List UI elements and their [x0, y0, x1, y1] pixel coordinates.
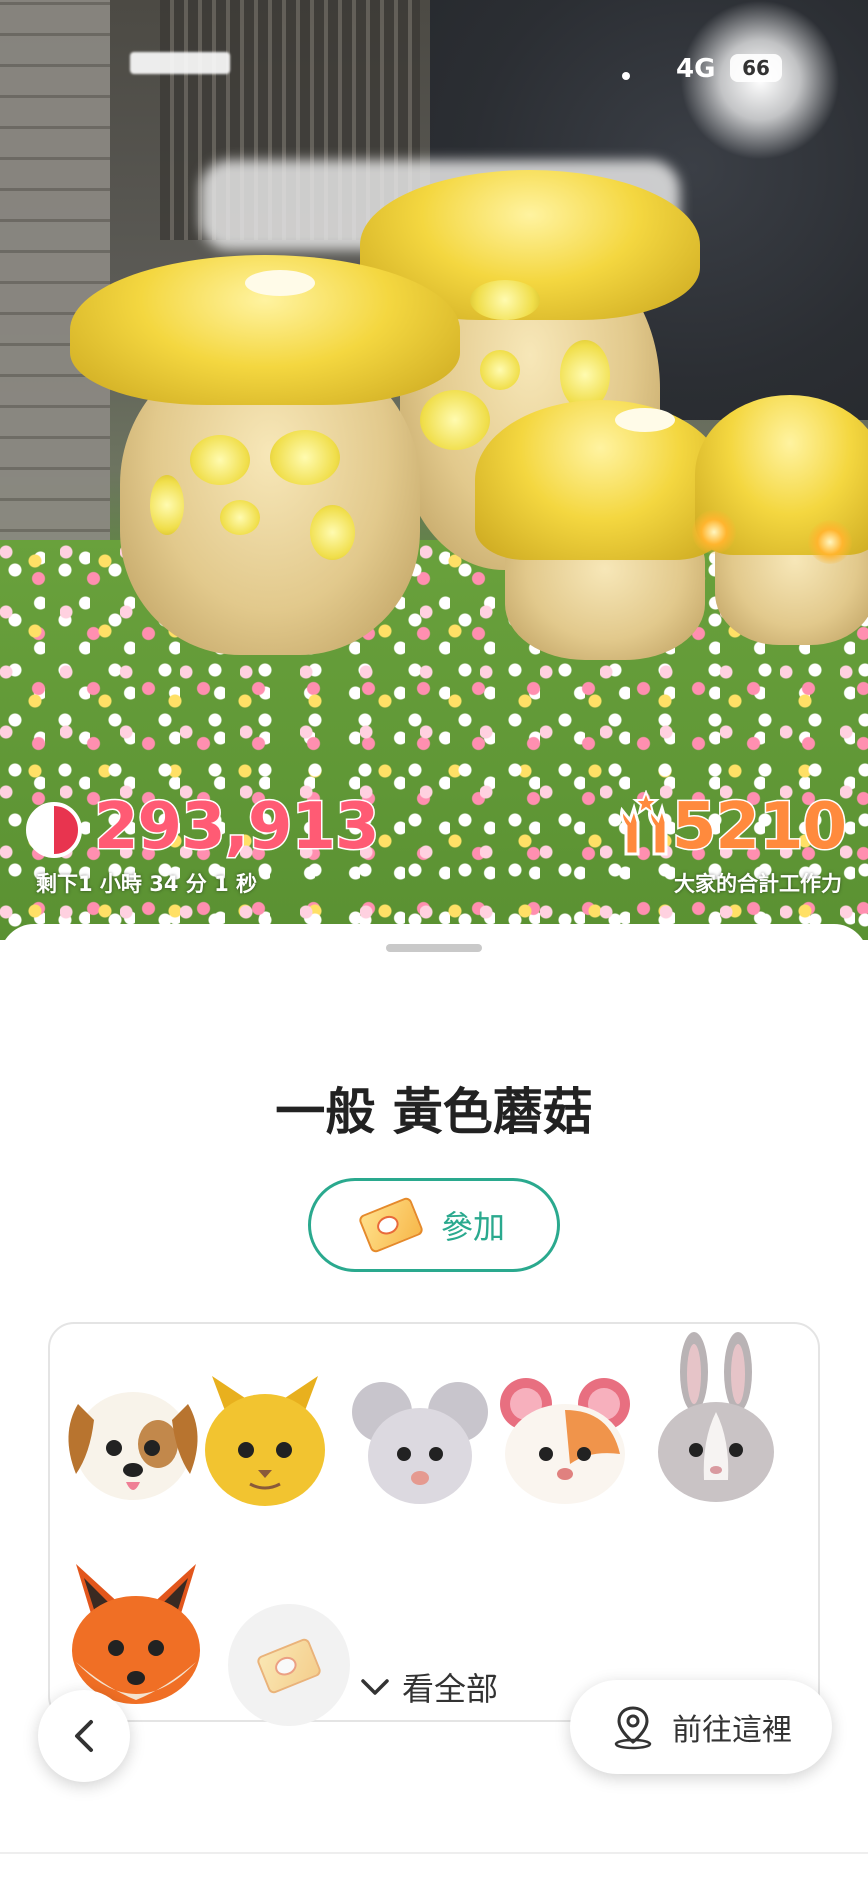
ticket-icon-faded [255, 1636, 323, 1696]
mouse-avatar-icon [352, 1382, 488, 1504]
go-here-label: 前往這裡 [672, 1713, 792, 1748]
mushroom-front-left [70, 255, 470, 665]
work-power-value: 5210 [670, 789, 848, 866]
join-button-label: 參加 [440, 1208, 505, 1246]
work-power-label: 大家的合計工作力 [674, 872, 842, 896]
join-button[interactable]: 參加 [308, 1178, 560, 1272]
back-button[interactable] [38, 1690, 130, 1782]
cat-avatar-icon [205, 1376, 325, 1506]
network-indicator: 4G [676, 54, 716, 84]
battery-indicator: 66 [730, 54, 782, 82]
hp-value: 293,913 [93, 789, 381, 866]
see-all-button[interactable]: 看全部 [360, 1664, 498, 1710]
sheet-grabber[interactable] [386, 944, 482, 952]
ticket-icon [357, 1195, 425, 1255]
chevron-down-icon [361, 1679, 389, 1695]
go-here-button[interactable]: 前往這裡 [570, 1680, 832, 1774]
members-panel [48, 1322, 820, 1726]
location-pin-icon [614, 1706, 652, 1750]
ar-scene: 4G 66 293,913 剩下1 小時 34 分 1 秒 5210 大家的合計… [0, 0, 868, 940]
time-remaining: 剩下1 小時 34 分 1 秒 [36, 872, 258, 896]
spark-effect-1 [692, 510, 736, 554]
signal-dot [622, 72, 630, 80]
see-all-label: 看全部 [402, 1670, 499, 1708]
status-time-blurred [130, 52, 230, 74]
rabbit-avatar-icon [658, 1332, 774, 1502]
chevron-left-icon [75, 1720, 93, 1752]
hamster-avatar-icon [500, 1378, 630, 1504]
bottom-divider [0, 1852, 868, 1854]
hp-pie-icon [26, 802, 82, 858]
dog-avatar-icon [68, 1392, 198, 1500]
spark-effect-2 [808, 520, 852, 564]
ticket-slot [228, 1604, 350, 1726]
page-title: 一般 黃色蘑菇 [275, 1083, 593, 1141]
work-power-icon [620, 790, 668, 856]
